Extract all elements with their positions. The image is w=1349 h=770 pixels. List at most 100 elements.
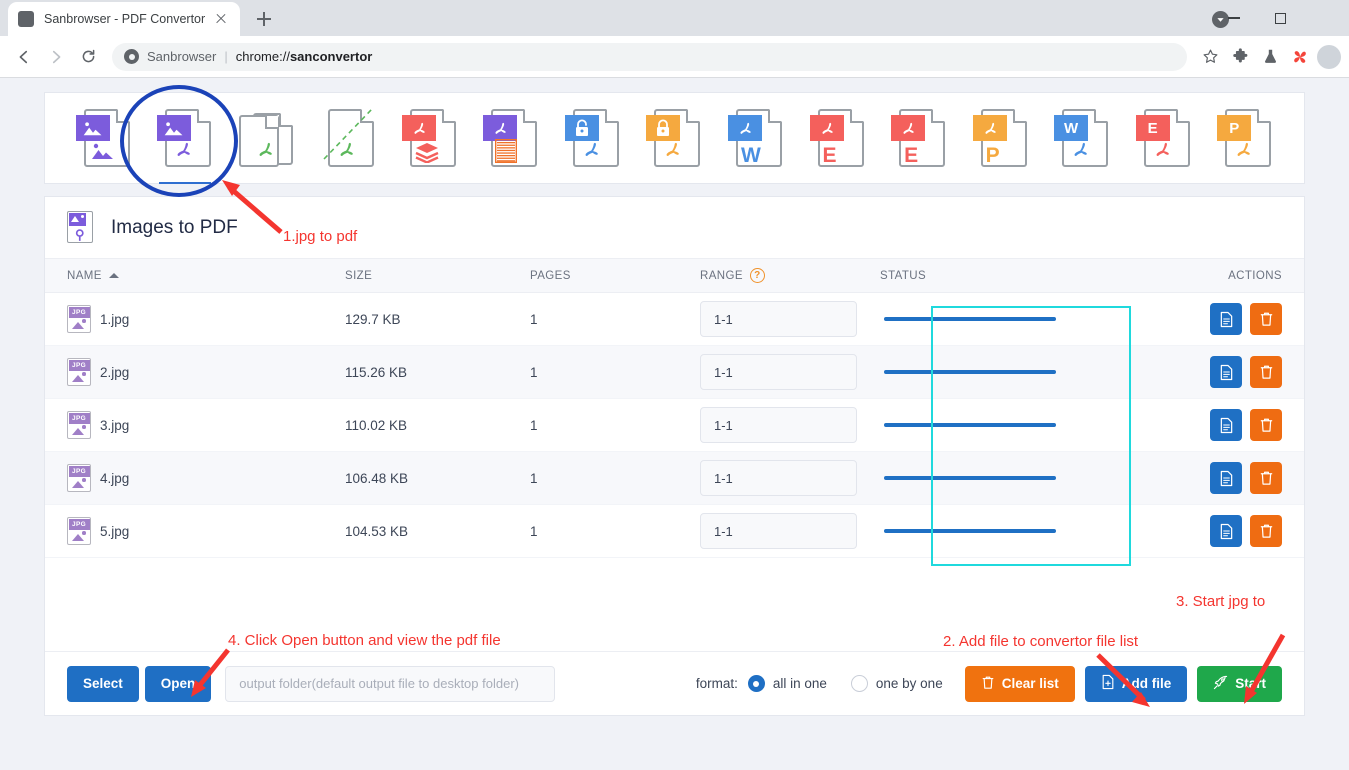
range-value: 1-1	[714, 418, 733, 433]
sort-asc-icon[interactable]	[109, 268, 119, 278]
extensions-icon[interactable]	[1225, 42, 1255, 72]
converter-type-unlock-pdf[interactable]	[552, 92, 634, 184]
format-option-one-by-one[interactable]: one by one	[851, 675, 943, 692]
column-header-pages[interactable]: PAGES	[530, 270, 700, 282]
converter-type-compress-pdf[interactable]	[389, 92, 471, 184]
converter-type-pdf-to-excel[interactable]: E	[797, 92, 879, 184]
star-icon[interactable]	[1195, 42, 1225, 72]
delete-button[interactable]	[1250, 303, 1282, 335]
action-bar: Select Open output folder(default output…	[45, 651, 1304, 715]
add-file-button[interactable]: Add file	[1085, 666, 1188, 702]
cell-size: 104.53 KB	[345, 524, 530, 539]
range-input[interactable]: 1-1	[700, 301, 857, 337]
converter-type-excel-to-pdf[interactable]: E	[1123, 92, 1205, 184]
converter-type-protect-pdf[interactable]	[634, 92, 716, 184]
progress-bar	[884, 476, 1056, 480]
column-header-range[interactable]: RANGE ?	[700, 268, 880, 283]
browser-tab[interactable]: Sanbrowser - PDF Convertor	[8, 2, 240, 36]
converter-type-pdf-to-text[interactable]	[471, 92, 553, 184]
file-name: 1.jpg	[100, 312, 129, 327]
converter-type-images-to-pdf-alt[interactable]	[63, 92, 145, 184]
format-label: format:	[696, 676, 738, 691]
new-tab-button[interactable]	[250, 5, 278, 33]
forward-icon[interactable]	[40, 41, 72, 73]
clear-list-button[interactable]: Clear list	[965, 666, 1075, 702]
page-title: Images to PDF	[111, 217, 238, 239]
radio-all-in-one[interactable]	[748, 675, 765, 692]
address-bar[interactable]: Sanbrowser | chrome://sanconvertor	[112, 43, 1187, 71]
column-header-size[interactable]: SIZE	[345, 270, 530, 282]
pdf-glyph-icon	[1068, 137, 1092, 165]
close-icon[interactable]	[212, 10, 230, 28]
format-option-all-in-one[interactable]: all in one	[748, 675, 827, 692]
delete-button[interactable]	[1250, 515, 1282, 547]
converter-type-pdf-to-excel-2[interactable]: E	[878, 92, 960, 184]
cell-range: 1-1	[700, 354, 880, 390]
pdf-to-excel-icon: E	[810, 107, 866, 169]
range-input[interactable]: 1-1	[700, 513, 857, 549]
add-file-label: Add file	[1122, 676, 1172, 691]
preview-button[interactable]	[1210, 409, 1242, 441]
converter-type-ppt-to-pdf[interactable]: P	[1204, 92, 1286, 184]
pdf-glyph-icon	[579, 137, 603, 165]
cell-size: 110.02 KB	[345, 418, 530, 433]
avatar[interactable]	[1317, 45, 1341, 69]
converter-type-word-to-pdf[interactable]: W	[1041, 92, 1123, 184]
converter-type-images-to-pdf[interactable]	[145, 92, 227, 184]
start-button[interactable]: Start	[1197, 666, 1282, 702]
pdf-to-excel-2-icon: E	[891, 107, 947, 169]
preview-button[interactable]	[1210, 303, 1242, 335]
delete-button[interactable]	[1250, 356, 1282, 388]
table-row[interactable]: JPG3.jpg110.02 KB11-1	[45, 399, 1304, 452]
output-folder-placeholder: output folder(default output file to des…	[239, 676, 519, 691]
table-row[interactable]: JPG1.jpg129.7 KB11-1	[45, 293, 1304, 346]
reload-icon[interactable]	[72, 41, 104, 73]
jpg-file-icon: JPG	[67, 464, 91, 492]
cell-size: 115.26 KB	[345, 365, 530, 380]
delete-button[interactable]	[1250, 462, 1282, 494]
converter-type-split-pdf[interactable]	[308, 92, 390, 184]
preview-button[interactable]	[1210, 462, 1242, 494]
cell-name: JPG5.jpg	[45, 517, 345, 545]
preview-button[interactable]	[1210, 515, 1242, 547]
open-button[interactable]: Open	[145, 666, 212, 702]
pinwheel-icon[interactable]	[1285, 42, 1315, 72]
type-badge	[76, 115, 110, 141]
delete-button[interactable]	[1250, 409, 1282, 441]
table-row[interactable]: JPG4.jpg106.48 KB11-1	[45, 452, 1304, 505]
flask-icon[interactable]	[1255, 42, 1285, 72]
minimize-icon[interactable]	[1211, 2, 1257, 34]
excel-to-pdf-icon: E	[1136, 107, 1192, 169]
select-button[interactable]: Select	[67, 666, 139, 702]
table-row[interactable]: JPG2.jpg115.26 KB11-1	[45, 346, 1304, 399]
output-folder-input[interactable]: output folder(default output file to des…	[225, 666, 555, 702]
column-header-name[interactable]: NAME	[45, 270, 345, 282]
radio-one-by-one[interactable]	[851, 675, 868, 692]
range-input[interactable]: 1-1	[700, 407, 857, 443]
column-header-status[interactable]: STATUS	[880, 270, 1164, 282]
progress-bar	[884, 529, 1056, 533]
close-window-icon[interactable]	[1303, 2, 1349, 34]
range-input[interactable]: 1-1	[700, 354, 857, 390]
maximize-icon[interactable]	[1257, 2, 1303, 34]
page-count: 1	[530, 312, 538, 327]
back-icon[interactable]	[8, 41, 40, 73]
table-row[interactable]: JPG5.jpg104.53 KB11-1	[45, 505, 1304, 558]
help-icon[interactable]: ?	[750, 268, 765, 283]
converter-type-merge-pdf[interactable]	[226, 92, 308, 184]
converter-type-pdf-to-word[interactable]: W	[715, 92, 797, 184]
pdf-glyph-icon	[1231, 137, 1255, 165]
converter-type-pdf-to-ppt[interactable]: P	[960, 92, 1042, 184]
column-header-actions: ACTIONS	[1164, 270, 1304, 282]
page-count: 1	[530, 418, 538, 433]
preview-button[interactable]	[1210, 356, 1242, 388]
range-input[interactable]: 1-1	[700, 460, 857, 496]
pdf-glyph-icon	[253, 137, 277, 165]
file-size: 104.53 KB	[345, 524, 408, 539]
cell-actions	[1164, 515, 1304, 547]
cell-status	[880, 529, 1164, 533]
cell-name: JPG2.jpg	[45, 358, 345, 386]
type-badge	[810, 115, 844, 141]
file-name: 2.jpg	[100, 365, 129, 380]
cell-pages: 1	[530, 471, 700, 486]
